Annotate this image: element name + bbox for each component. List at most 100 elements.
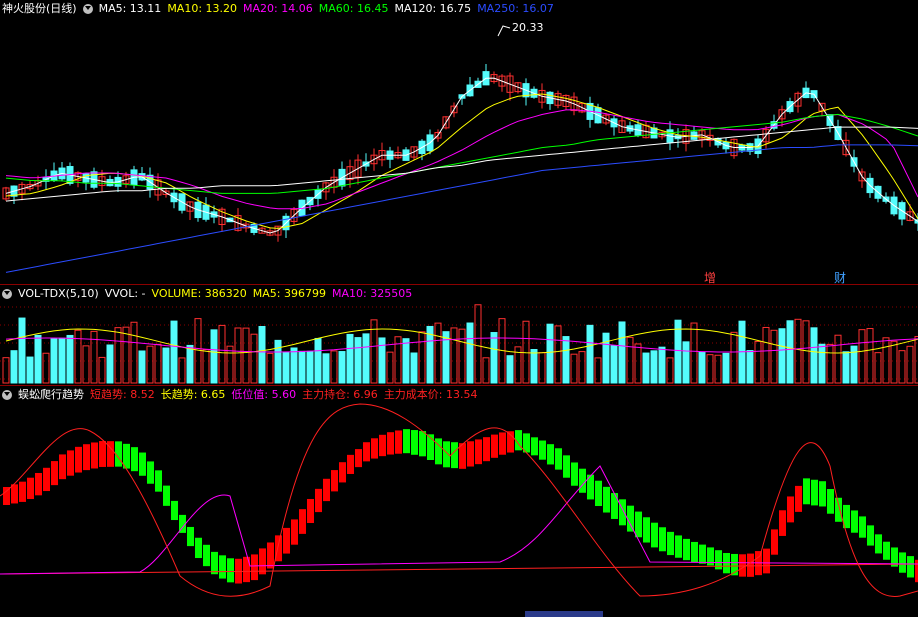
ma-line-ma250 xyxy=(5,144,918,273)
volume-bar xyxy=(626,336,634,384)
indicator-chart[interactable] xyxy=(0,386,918,617)
volume-bar xyxy=(546,323,554,384)
volume-bar xyxy=(818,343,826,384)
trend-bar xyxy=(219,555,226,579)
event-marker-cai[interactable]: 财 xyxy=(834,269,846,284)
trend-bar xyxy=(75,446,82,473)
event-marker-zeng[interactable]: 增 xyxy=(704,269,716,284)
trend-bar xyxy=(331,470,338,492)
trend-bar xyxy=(363,442,370,462)
trend-bar xyxy=(395,430,402,454)
volume-bar xyxy=(314,337,322,384)
trend-bar xyxy=(899,552,906,573)
volume-bar xyxy=(26,356,34,384)
dropdown-icon[interactable] xyxy=(2,289,12,299)
trend-bar xyxy=(83,444,90,471)
date-cursor-label xyxy=(525,611,603,617)
trend-bar xyxy=(635,511,642,538)
volume-bar xyxy=(490,332,498,384)
trend-bar xyxy=(595,480,602,507)
vvol-value: VVOL: - xyxy=(104,287,146,300)
dropdown-icon[interactable] xyxy=(82,4,93,14)
volume-bar xyxy=(634,343,642,384)
trend-bar xyxy=(723,553,730,574)
trend-bar xyxy=(35,472,42,496)
trend-bar xyxy=(651,522,658,548)
volume-bar xyxy=(138,350,146,384)
volume-bar xyxy=(202,349,210,384)
volume-bar xyxy=(82,345,90,384)
volume-bar xyxy=(18,317,26,384)
volume-bar xyxy=(866,328,874,384)
trend-bar xyxy=(467,441,474,467)
trend-bar xyxy=(803,478,810,505)
trend-bar xyxy=(291,519,298,545)
volume-bar xyxy=(386,351,394,384)
indicator-legend-item: 主力成本价: 13.54 xyxy=(383,388,478,401)
trend-bar xyxy=(347,454,354,474)
trend-bar xyxy=(371,438,378,459)
volume-bar xyxy=(874,352,882,384)
volume-bar xyxy=(34,334,42,384)
volume-bar xyxy=(842,351,850,384)
volume-bar xyxy=(186,344,194,384)
price-header: 神火股份(日线) MA5: 13.11 MA10: 13.20 MA20: 14.0… xyxy=(0,0,554,18)
volume-bar xyxy=(298,350,306,384)
trend-bar xyxy=(355,449,362,468)
trend-bar xyxy=(211,551,218,575)
indicator-legend-item: 主力持仓: 6.96 xyxy=(302,388,378,401)
volume-bar xyxy=(474,304,482,384)
price-panel[interactable]: 神火股份(日线) MA5: 13.11 MA10: 13.20 MA20: 14.0… xyxy=(0,0,918,284)
stock-name[interactable]: 神火股份(日线) xyxy=(2,0,77,18)
volume-bar xyxy=(354,337,362,384)
indicator-legend-item: 低位值: 5.60 xyxy=(231,388,297,401)
volume-panel[interactable]: VOL-TDX(5,10) VVOL: - VOLUME: 386320 MA5… xyxy=(0,285,918,385)
trend-bar xyxy=(139,452,146,476)
trend-bar xyxy=(795,485,802,512)
candlestick-chart[interactable] xyxy=(0,0,918,284)
trend-bar xyxy=(691,541,698,563)
trend-bar xyxy=(387,432,394,455)
volume-bar xyxy=(778,328,786,384)
trend-bar xyxy=(611,493,618,519)
volume-bar xyxy=(562,336,570,384)
trend-bar xyxy=(307,498,314,524)
trend-bar xyxy=(771,529,778,555)
volume-bar xyxy=(306,350,314,384)
trend-bar xyxy=(699,544,706,564)
indicator-name[interactable]: 蜈蚣爬行趋势 xyxy=(18,386,84,404)
ma-legend-item: MA60: 16.45 xyxy=(318,2,389,15)
ma-line-ma20 xyxy=(5,109,918,210)
trend-bar xyxy=(99,441,106,467)
volume-bar xyxy=(618,321,626,384)
volume-bar xyxy=(882,337,890,384)
volume-bar xyxy=(770,329,778,384)
trend-bar xyxy=(555,448,562,470)
trend-bar xyxy=(603,486,610,513)
trend-bar xyxy=(675,535,682,558)
volume-bar xyxy=(66,334,74,384)
trend-bar xyxy=(883,541,890,560)
trend-bar xyxy=(619,499,626,526)
trend-bar xyxy=(43,467,50,492)
trend-bar xyxy=(643,517,650,543)
volume-bar xyxy=(258,326,266,384)
volume-bar xyxy=(170,320,178,384)
volume-bar xyxy=(466,322,474,384)
trend-bar xyxy=(907,556,914,578)
trend-bar xyxy=(171,500,178,521)
trend-bar xyxy=(187,526,194,547)
trend-bar xyxy=(323,478,330,502)
trend-bar xyxy=(867,525,874,546)
trend-bar xyxy=(667,531,674,556)
volume-bar xyxy=(282,351,290,384)
volume-bar xyxy=(762,326,770,384)
volume-bar xyxy=(330,350,338,384)
volume-bar xyxy=(434,322,442,384)
high-marker-pointer xyxy=(497,25,511,37)
dropdown-icon[interactable] xyxy=(2,390,12,400)
indicator-header: 蜈蚣爬行趋势 短趋势: 8.52 长趋势: 6.65 低位值: 5.60 主力持仓: … xyxy=(0,386,478,404)
indicator-panel[interactable]: 蜈蚣爬行趋势 短趋势: 8.52 长趋势: 6.65 低位值: 5.60 主力持仓: … xyxy=(0,386,918,617)
trend-bar xyxy=(379,434,386,457)
vol-indicator-name[interactable]: VOL-TDX(5,10) xyxy=(18,285,99,303)
